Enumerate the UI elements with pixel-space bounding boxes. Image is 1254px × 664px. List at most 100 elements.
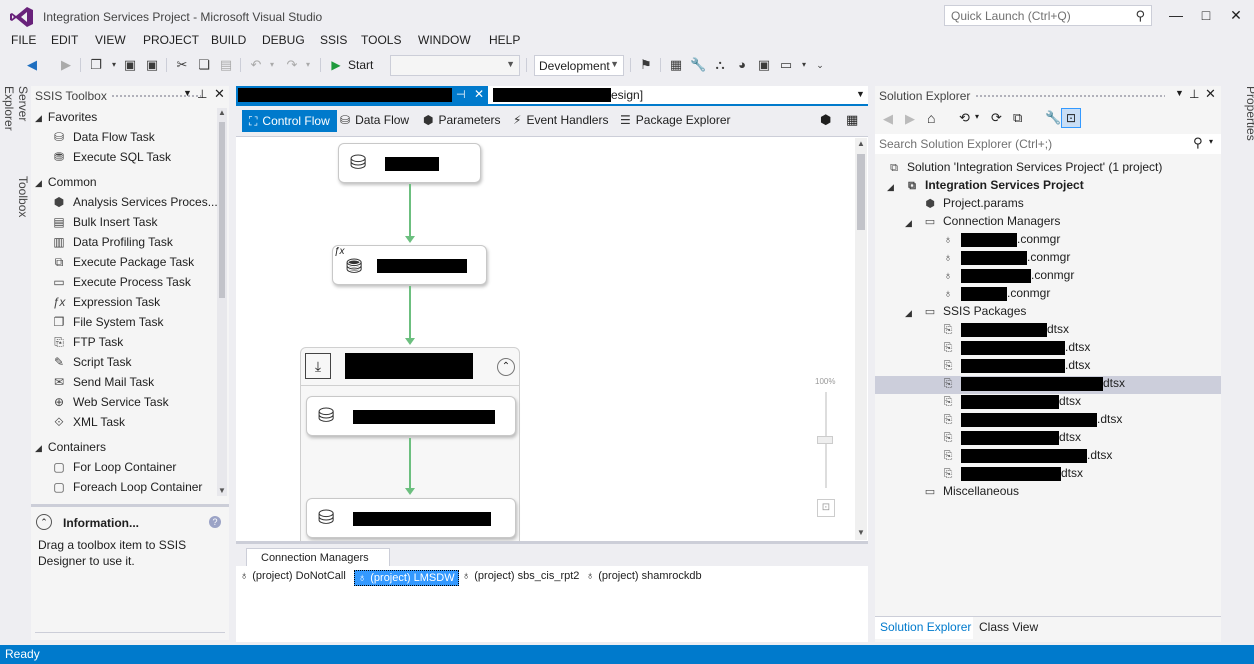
close-tab-icon[interactable]: ✕ — [474, 87, 484, 101]
menu-tools[interactable]: TOOLS — [361, 33, 401, 47]
toolbox-item[interactable]: ⬢ Analysis Services Proces... — [51, 195, 218, 209]
tree-package-item-selected[interactable]: ⎘ dtsx — [875, 376, 1221, 394]
tree-item[interactable]: ⬢ Project.params — [923, 196, 1024, 214]
extension-manager-icon[interactable]: ▣ — [756, 57, 772, 73]
start-button[interactable]: Start — [348, 58, 373, 72]
pane-menu-icon[interactable]: ▼ — [1175, 88, 1184, 98]
tree-package-item[interactable]: ⎘ .dtsx — [941, 340, 1090, 358]
menu-ssis[interactable]: SSIS — [320, 33, 347, 47]
tree-folder-miscellaneous[interactable]: ▭ Miscellaneous — [923, 484, 1019, 502]
toolbox-item[interactable]: ▤ Bulk Insert Task — [51, 215, 157, 229]
toolbox-item[interactable]: ▥ Data Profiling Task — [51, 235, 173, 249]
pane-menu-icon[interactable]: ▼ — [183, 88, 192, 98]
tree-conn-item[interactable]: ♁ .conmgr — [941, 232, 1060, 250]
toolbox-icon[interactable]: ◕ — [734, 57, 750, 73]
tab-parameters[interactable]: ⬢ Parameters — [417, 110, 507, 132]
tab-overflow-icon[interactable]: ▼ — [856, 89, 865, 99]
back-icon[interactable]: ◀ — [24, 57, 40, 73]
document-tab-inactive[interactable]: esign] — [491, 86, 651, 104]
debug-target-combo[interactable]: ▼ — [390, 55, 520, 76]
toolbox-item[interactable]: ✎ Script Task — [51, 355, 132, 369]
tree-conn-item[interactable]: ♁ .conmgr — [941, 286, 1050, 304]
toolbar-options-icon[interactable]: ⌄ — [812, 57, 828, 73]
collapse-info-icon[interactable]: ⌃ — [36, 514, 52, 530]
close-pane-icon[interactable]: ✕ — [1205, 86, 1216, 102]
tree-folder-connection-managers[interactable]: ▭ Connection Managers — [923, 214, 1061, 232]
find-in-files-icon[interactable]: ⚑ — [638, 57, 654, 73]
toolbox-item[interactable]: ⎘ FTP Task — [51, 335, 123, 350]
scroll-thumb[interactable] — [219, 122, 225, 298]
forward-icon[interactable]: ▶ — [58, 57, 74, 73]
variables-icon[interactable]: ⬢ — [820, 112, 831, 128]
sync-dropdown-icon[interactable]: ▾ — [975, 112, 979, 121]
tree-package-item[interactable]: ⎘ dtsx — [941, 430, 1081, 448]
toolbox-item[interactable]: ⛁ Data Flow Task — [51, 130, 155, 144]
minimize-button[interactable]: — — [1162, 4, 1190, 26]
toolbox-item[interactable]: ▭ Execute Process Task — [51, 275, 191, 289]
expand-arrow-icon[interactable]: ◢ — [905, 308, 912, 319]
search-options-icon[interactable]: ▾ — [1209, 137, 1213, 146]
tab-data-flow[interactable]: ⛁ Data Flow — [334, 110, 415, 132]
toolbox-item[interactable]: ✉ Send Mail Task — [51, 375, 154, 389]
tree-package-item[interactable]: ⎘ dtsx — [941, 466, 1083, 484]
object-browser-icon[interactable]: ⛬ — [712, 57, 728, 73]
tree-package-item[interactable]: ⎘ .dtsx — [941, 358, 1090, 376]
close-button[interactable]: ✕ — [1222, 4, 1250, 26]
connection-manager-item-selected[interactable]: ♁ (project) LMSDW — [354, 570, 459, 586]
quick-launch-input[interactable]: Quick Launch (Ctrl+Q) ⚲ — [944, 5, 1152, 26]
output-dropdown-icon[interactable]: ▾ — [796, 57, 812, 73]
tree-package-item[interactable]: ⎘ dtsx — [941, 322, 1069, 340]
control-flow-task[interactable]: ⛁ — [306, 396, 516, 436]
solution-explorer-icon[interactable]: ▦ — [668, 57, 684, 73]
maximize-button[interactable]: □ — [1192, 4, 1220, 26]
solution-search-input[interactable]: Search Solution Explorer (Ctrl+;) ⚲ ▾ — [875, 134, 1221, 154]
splitter[interactable] — [31, 504, 229, 507]
tree-package-item[interactable]: ⎘ dtsx — [941, 394, 1081, 412]
tree-folder-ssis-packages[interactable]: ▭ SSIS Packages — [923, 304, 1027, 322]
tab-class-view[interactable]: Class View — [979, 620, 1038, 634]
menu-file[interactable]: FILE — [11, 33, 36, 47]
undo-icon[interactable]: ↶ — [248, 57, 264, 73]
toolbox-item[interactable]: ⊕ Web Service Task — [51, 395, 169, 409]
toolbox-side-tab[interactable]: Toolbox — [0, 176, 30, 226]
tree-project[interactable]: ⧉ Integration Services Project — [905, 178, 1084, 196]
save-icon[interactable]: ▣ — [122, 57, 138, 73]
start-icon[interactable]: ▶ — [328, 57, 344, 73]
menu-build[interactable]: BUILD — [211, 33, 246, 47]
help-icon[interactable]: ? — [209, 516, 221, 528]
paste-icon[interactable]: ▤ — [218, 57, 234, 73]
tab-package-explorer[interactable]: ☰ Package Explorer — [614, 110, 736, 132]
undo-dropdown-icon[interactable]: ▾ — [264, 57, 280, 73]
refresh-icon[interactable]: ⟳ — [991, 110, 1002, 126]
scroll-down-icon[interactable]: ▼ — [857, 528, 865, 537]
menu-help[interactable]: HELP — [489, 33, 520, 47]
tree-package-item[interactable]: ⎘ .dtsx — [941, 412, 1122, 430]
toolbox-item[interactable]: ▢ For Loop Container — [51, 460, 176, 474]
pin-tab-icon[interactable]: ⊣ — [456, 88, 466, 101]
tab-control-flow[interactable]: ⛶ Control Flow — [242, 110, 337, 132]
tree-package-item[interactable]: ⎘ .dtsx — [941, 448, 1112, 466]
redo-icon[interactable]: ↷ — [284, 57, 300, 73]
pin-icon[interactable]: ⊥ — [197, 87, 207, 101]
precedence-constraint[interactable] — [409, 438, 411, 488]
properties-wrench-icon[interactable]: 🔧 — [690, 57, 706, 73]
redo-dropdown-icon[interactable]: ▾ — [300, 57, 316, 73]
tab-solution-explorer[interactable]: Solution Explorer — [875, 617, 973, 639]
tree-conn-item[interactable]: ♁ .conmgr — [941, 250, 1070, 268]
server-explorer-side-tab[interactable]: Server Explorer — [0, 86, 30, 166]
properties-wrench-icon[interactable]: 🔧 — [1045, 110, 1061, 126]
toolbox-item[interactable]: ⧉ Execute Package Task — [51, 255, 194, 270]
scroll-down-icon[interactable]: ▼ — [218, 486, 226, 495]
toolbox-group-favorites[interactable]: ◢ Favorites — [35, 110, 97, 124]
connection-manager-item[interactable]: ♁ (project) shamrockdb — [586, 570, 702, 582]
toolbox-grid-icon[interactable]: ▦ — [846, 112, 858, 128]
collapse-container-icon[interactable]: ⌃ — [497, 358, 515, 376]
toolbox-item[interactable]: ƒx Expression Task — [51, 295, 161, 309]
precedence-constraint[interactable] — [409, 286, 411, 338]
scroll-thumb[interactable] — [857, 154, 865, 230]
designer-scrollbar[interactable]: ▲ ▼ — [855, 138, 867, 540]
tab-event-handlers[interactable]: ⚡ Event Handlers — [507, 110, 614, 132]
sync-icon[interactable]: ⟲ — [959, 110, 970, 126]
pin-icon[interactable]: ⊥ — [1189, 87, 1199, 101]
back-icon[interactable]: ◀ — [883, 111, 893, 127]
